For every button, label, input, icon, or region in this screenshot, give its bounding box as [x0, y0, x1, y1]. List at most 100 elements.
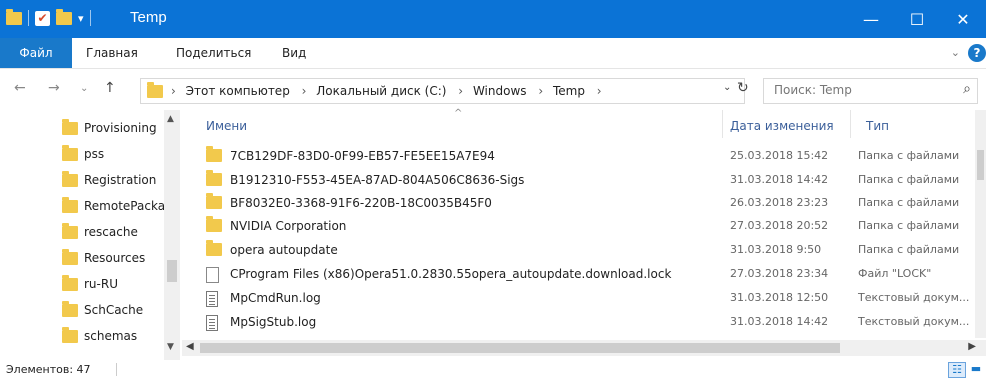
large-icons-view-icon[interactable]: ▬	[968, 362, 984, 376]
nav-item[interactable]: SchCache	[62, 297, 166, 323]
address-dropdown-icon[interactable]: ⌄	[723, 82, 731, 93]
title-bar: ✔ ▾ Temp — ☐ ✕	[0, 0, 986, 38]
folder-icon	[62, 274, 78, 291]
scroll-down-icon[interactable]: ▼	[167, 342, 174, 352]
breadcrumb-item[interactable]: Локальный диск (C:)	[316, 84, 446, 98]
nav-item[interactable]: RemotePackages	[62, 193, 166, 219]
text-file-icon	[206, 315, 218, 331]
tab-file[interactable]: Файл	[0, 38, 72, 68]
file-name: MpCmdRun.log	[230, 291, 321, 305]
status-bar: Элементов: 47 ☷ ▬	[0, 360, 986, 379]
up-arrow-icon[interactable]: ↑	[104, 80, 116, 96]
search-placeholder: Поиск: Temp	[774, 83, 852, 97]
file-row[interactable]: MpCmdRun.log 31.03.2018 12:50 Текстовый …	[206, 287, 986, 309]
nav-pane-scrollbar[interactable]: ▲ ▼	[164, 110, 180, 360]
column-header-type[interactable]: Тип	[866, 114, 889, 138]
breadcrumb-item[interactable]: Temp	[553, 84, 585, 98]
file-date: 31.03.2018 14:42	[730, 315, 829, 328]
help-icon[interactable]: ?	[968, 44, 986, 62]
expand-ribbon-icon[interactable]: ⌄	[951, 46, 960, 59]
chevron-right-icon[interactable]: ›	[302, 84, 307, 98]
maximize-button[interactable]: ☐	[894, 0, 940, 38]
nav-item-label: schemas	[84, 329, 138, 343]
file-name: B1912310-F553-45EA-87AD-804A506C8636-Sig…	[230, 173, 525, 187]
file-name: BF8032E0-3368-91F6-220B-18C0035B45F0	[230, 196, 492, 210]
file-row[interactable]: 7CB129DF-83D0-0F99-EB57-FE5EE15A7E94 25.…	[206, 145, 986, 167]
nav-item[interactable]: Provisioning	[62, 115, 166, 141]
folder-icon	[206, 216, 222, 232]
divider	[89, 10, 91, 26]
file-name: 7CB129DF-83D0-0F99-EB57-FE5EE15A7E94	[230, 149, 495, 163]
details-view-icon[interactable]: ☷	[948, 362, 966, 378]
minimize-button[interactable]: —	[848, 0, 894, 38]
search-input[interactable]: Поиск: Temp ⌕	[763, 78, 978, 104]
tab-share[interactable]: Поделиться	[176, 38, 251, 68]
chevron-right-icon[interactable]: ›	[458, 84, 463, 98]
close-button[interactable]: ✕	[940, 0, 986, 38]
item-count: Элементов: 47	[6, 363, 91, 376]
scroll-left-icon[interactable]: ◀	[186, 341, 194, 352]
nav-item-label: pss	[84, 147, 105, 161]
nav-item-label: SchCache	[84, 303, 144, 317]
file-type: Папка с файлами	[858, 173, 960, 186]
nav-item[interactable]: Registration	[62, 167, 166, 193]
file-date: 27.03.2018 23:34	[730, 267, 829, 280]
file-type: Текстовый докум...	[858, 315, 970, 328]
file-list-vertical-scrollbar[interactable]	[975, 110, 986, 338]
scroll-thumb[interactable]	[977, 150, 984, 180]
ribbon-tabs: Файл Главная Поделиться Вид ⌄ ?	[0, 38, 986, 69]
properties-icon[interactable]: ✔	[35, 10, 50, 26]
nav-item[interactable]: ru-RU	[62, 271, 166, 297]
file-type: Папка с файлами	[858, 149, 960, 162]
sort-ascending-icon: ^	[454, 108, 463, 119]
breadcrumb-item[interactable]: Windows	[473, 84, 527, 98]
search-icon[interactable]: ⌕	[963, 81, 971, 97]
file-type: Папка с файлами	[858, 219, 960, 232]
scroll-up-icon[interactable]: ▲	[167, 114, 174, 124]
new-folder-icon[interactable]	[56, 8, 72, 25]
file-type: Текстовый докум...	[858, 291, 970, 304]
file-row[interactable]: MpSigStub.log 31.03.2018 14:42 Текстовый…	[206, 311, 986, 333]
folder-icon	[62, 118, 78, 135]
file-row[interactable]: BF8032E0-3368-91F6-220B-18C0035B45F0 26.…	[206, 192, 986, 214]
folder-icon	[206, 193, 222, 209]
scroll-thumb[interactable]	[167, 260, 177, 282]
folder-icon	[62, 222, 78, 239]
nav-item[interactable]: rescache	[62, 219, 166, 245]
back-arrow-icon[interactable]: ←	[14, 80, 26, 96]
scroll-thumb[interactable]	[200, 343, 840, 353]
scroll-right-icon[interactable]: ▶	[968, 341, 976, 352]
tab-view[interactable]: Вид	[282, 38, 306, 68]
nav-item[interactable]: pss	[62, 141, 166, 167]
nav-item[interactable]: schemas	[62, 323, 166, 349]
column-header-name[interactable]: Имени	[206, 114, 247, 138]
file-list-horizontal-scrollbar[interactable]: ◀ ▶	[182, 340, 986, 356]
divider	[116, 363, 117, 376]
forward-arrow-icon[interactable]: →	[48, 80, 60, 96]
chevron-right-icon[interactable]: ›	[538, 84, 543, 98]
file-type: Папка с файлами	[858, 196, 960, 209]
column-header-date[interactable]: Дата изменения	[730, 114, 834, 138]
file-row[interactable]: NVIDIA Corporation 27.03.2018 20:52 Папк…	[206, 215, 986, 237]
column-divider[interactable]	[850, 110, 851, 138]
address-field[interactable]: › Этот компьютер › Локальный диск (C:) ›…	[140, 78, 745, 104]
file-row[interactable]: CProgram Files (x86)Opera51.0.2830.55ope…	[206, 263, 986, 285]
customize-toolbar-icon[interactable]: ▾	[78, 12, 84, 25]
chevron-right-icon[interactable]: ›	[597, 84, 602, 98]
file-date: 31.03.2018 14:42	[730, 173, 829, 186]
refresh-icon[interactable]: ↻	[737, 80, 749, 96]
file-name: NVIDIA Corporation	[230, 219, 347, 233]
folder-icon	[62, 300, 78, 317]
file-row[interactable]: opera autoupdate 31.03.2018 9:50 Папка с…	[206, 239, 986, 261]
column-divider[interactable]	[722, 110, 723, 138]
folder-icon	[62, 144, 78, 161]
file-date: 31.03.2018 9:50	[730, 243, 822, 256]
tab-home[interactable]: Главная	[86, 38, 138, 68]
recent-locations-icon[interactable]: ⌄	[80, 83, 88, 94]
chevron-right-icon[interactable]: ›	[171, 84, 176, 98]
file-date: 27.03.2018 20:52	[730, 219, 829, 232]
nav-item[interactable]: Resources	[62, 245, 166, 271]
breadcrumb-item[interactable]: Этот компьютер	[186, 84, 290, 98]
file-row[interactable]: B1912310-F553-45EA-87AD-804A506C8636-Sig…	[206, 169, 986, 191]
file-date: 26.03.2018 23:23	[730, 196, 829, 209]
